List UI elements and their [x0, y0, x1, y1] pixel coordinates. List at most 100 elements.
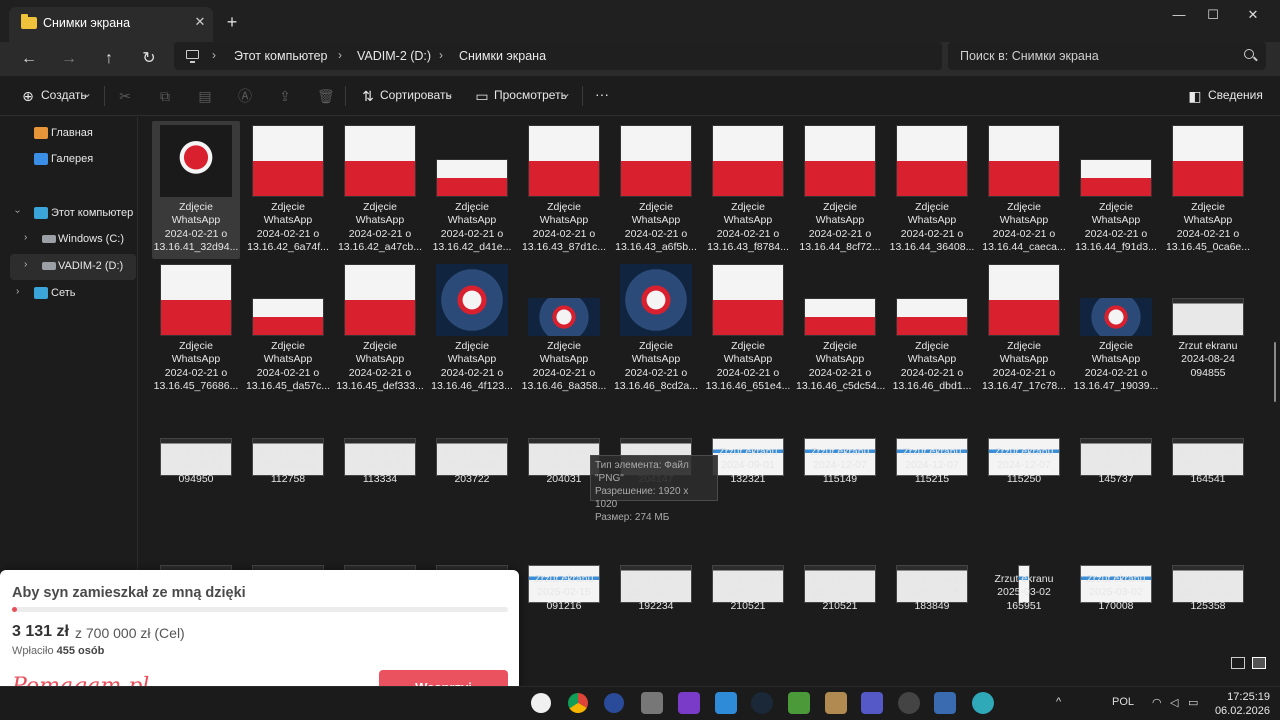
- breadcrumb-drive[interactable]: VADIM-2 (D:): [357, 49, 431, 63]
- up-button[interactable]: ↑: [96, 46, 122, 72]
- file-item[interactable]: Zdjęcie WhatsApp 2024-02-21 o 13.16.45_da57…: [244, 260, 332, 398]
- paste-icon[interactable]: ▤: [197, 88, 213, 104]
- file-item[interactable]: Zrzut ekranu 2024-12-07 115215: [888, 400, 976, 538]
- sidebar-item-network[interactable]: › Сеть: [10, 281, 136, 307]
- file-item[interactable]: Zrzut ekranu 2024-08-24 094855: [1164, 260, 1252, 398]
- file-item[interactable]: Zrzut ekranu 2025-02-16 210521: [704, 527, 792, 665]
- refresh-button[interactable]: ↻: [136, 46, 162, 72]
- fundraiser-headline[interactable]: Aby syn zamieszkał ze mną dzięki: [12, 585, 246, 601]
- file-item[interactable]: Zrzut ekranu 2024-08-30 203722: [428, 400, 516, 538]
- file-item[interactable]: Zdjęcie WhatsApp 2024-02-21 o 13.16.45_0ca6…: [1164, 121, 1252, 259]
- forward-button[interactable]: →: [56, 46, 82, 72]
- details-button[interactable]: Сведения: [1208, 88, 1263, 102]
- sidebar-item-vadim-d[interactable]: › VADIM-2 (D:): [10, 254, 136, 280]
- file-item[interactable]: Zrzut ekranu 2025-03-02 170008: [1072, 527, 1160, 665]
- file-item[interactable]: Zdjęcie WhatsApp 2024-02-21 o 13.16.43_87d1…: [520, 121, 608, 259]
- file-item[interactable]: Zdjęcie WhatsApp 2024-02-21 o 13.16.46_651e…: [704, 260, 792, 398]
- file-item[interactable]: Zdjęcie WhatsApp 2024-02-21 o 13.16.41_32d9…: [152, 121, 240, 259]
- language-indicator[interactable]: POL: [1112, 696, 1134, 708]
- app-icon[interactable]: [641, 692, 663, 714]
- search-box[interactable]: Поиск в: Снимки экрана: [948, 42, 1266, 70]
- app-icon[interactable]: [604, 693, 624, 713]
- file-item[interactable]: Zrzut ekranu 2024-12-27 145737: [1072, 400, 1160, 538]
- app-icon[interactable]: [678, 692, 700, 714]
- share-icon[interactable]: ⇪: [277, 88, 293, 104]
- sidebar-item-gallery[interactable]: Галерея: [10, 147, 136, 173]
- file-item[interactable]: Zdjęcie WhatsApp 2024-02-21 o 13.16.46_8cd2…: [612, 260, 700, 398]
- edge-icon[interactable]: [972, 692, 994, 714]
- file-item[interactable]: Zrzut ekranu 2025-01-03 164541: [1164, 400, 1252, 538]
- scrollbar-thumb[interactable]: [1274, 342, 1276, 402]
- file-item[interactable]: Zrzut ekranu 2025-02-18 183849: [888, 527, 976, 665]
- details-view-button[interactable]: [1231, 657, 1245, 669]
- rename-icon[interactable]: Ⓐ: [237, 88, 253, 104]
- view-button[interactable]: Просмотреть: [494, 88, 567, 102]
- file-item[interactable]: Zrzut ekranu 2024-08-24 113334: [336, 400, 424, 538]
- chevron-right-icon[interactable]: ›: [24, 259, 27, 270]
- cut-icon[interactable]: ✂: [117, 88, 133, 104]
- file-item[interactable]: Zdjęcie WhatsApp 2024-02-21 o 13.16.46_8a35…: [520, 260, 608, 398]
- file-item[interactable]: Zrzut ekranu 2025-02-16 192234: [612, 527, 700, 665]
- steam-icon[interactable]: [751, 692, 773, 714]
- file-item[interactable]: Zdjęcie WhatsApp 2024-02-21 o 13.16.43_a6f5…: [612, 121, 700, 259]
- breadcrumb-this-pc[interactable]: Этот компьютер: [234, 49, 327, 63]
- file-item[interactable]: Zdjęcie WhatsApp 2024-02-21 o 13.16.46_dbd1…: [888, 260, 976, 398]
- vertical-scrollbar[interactable]: [1272, 117, 1278, 647]
- chevron-down-icon[interactable]: ›: [12, 210, 23, 213]
- sort-button[interactable]: Сортировать: [380, 88, 452, 102]
- tray-chevron-icon[interactable]: ^: [1056, 696, 1061, 708]
- breadcrumb-folder[interactable]: Снимки экрана: [459, 49, 546, 63]
- minimize-button[interactable]: —: [1164, 4, 1194, 26]
- file-item[interactable]: Zdjęcie WhatsApp 2024-02-21 o 13.16.47_1903…: [1072, 260, 1160, 398]
- file-item[interactable]: Zdjęcie WhatsApp 2024-02-21 o 13.16.44_3640…: [888, 121, 976, 259]
- file-item[interactable]: Zdjęcie WhatsApp 2024-02-21 o 13.16.44_8cf7…: [796, 121, 884, 259]
- file-item[interactable]: Zdjęcie WhatsApp 2024-02-21 o 13.16.47_17c7…: [980, 260, 1068, 398]
- delete-icon[interactable]: 🗑: [317, 88, 335, 104]
- clock[interactable]: 17:25:19 06.02.2026: [1208, 690, 1270, 718]
- app-icon[interactable]: [825, 692, 847, 714]
- more-options-button[interactable]: ···: [595, 86, 609, 102]
- copy-icon[interactable]: ⧉: [157, 88, 173, 104]
- file-item[interactable]: Zdjęcie WhatsApp 2024-02-21 o 13.16.45_7668…: [152, 260, 240, 398]
- file-item[interactable]: Zdjęcie WhatsApp 2024-02-21 o 13.16.46_c5dc…: [796, 260, 885, 398]
- file-item[interactable]: Zdjęcie WhatsApp 2024-02-21 o 13.16.42_a47c…: [336, 121, 424, 259]
- sidebar-item-windows-c[interactable]: › Windows (C:): [10, 227, 136, 253]
- chrome-icon[interactable]: [568, 693, 588, 713]
- new-tab-button[interactable]: +: [222, 12, 242, 32]
- file-item[interactable]: Zdjęcie WhatsApp 2024-02-21 o 13.16.45_def3…: [336, 260, 424, 398]
- chevron-right-icon[interactable]: ›: [24, 232, 27, 243]
- file-item[interactable]: Zrzut ekranu 2025-03-02 165951: [980, 527, 1068, 665]
- file-item[interactable]: Zrzut ekranu 2025-02-15 091216: [520, 527, 608, 665]
- app-icon[interactable]: [531, 693, 551, 713]
- photos-icon[interactable]: [715, 692, 737, 714]
- file-item[interactable]: Zdjęcie WhatsApp 2024-02-21 o 13.16.43_f878…: [704, 121, 792, 259]
- address-bar[interactable]: › Этот компьютер › VADIM-2 (D:) › Снимки…: [174, 42, 942, 70]
- search-input[interactable]: Поиск в: Снимки экрана: [960, 49, 1099, 63]
- create-button[interactable]: Создать: [41, 88, 87, 102]
- battery-icon[interactable]: ▭: [1188, 696, 1198, 709]
- file-item[interactable]: Zdjęcie WhatsApp 2024-02-21 o 13.16.42_6a74…: [244, 121, 332, 259]
- file-item[interactable]: Zrzut ekranu 2024-12-07 115149: [796, 400, 884, 538]
- file-item[interactable]: Zrzut ekranu 2024-08-24 112758: [244, 400, 332, 538]
- app-icon[interactable]: [898, 692, 920, 714]
- tab-screenshots[interactable]: Снимки экрана ✕: [9, 7, 213, 42]
- file-item[interactable]: Zrzut ekranu 2025-03-03 125358: [1164, 527, 1252, 665]
- app-icon[interactable]: [934, 692, 956, 714]
- file-item[interactable]: Zdjęcie WhatsApp 2024-02-21 o 13.16.42_d41e…: [428, 121, 516, 259]
- teams-icon[interactable]: [861, 692, 883, 714]
- file-item[interactable]: Zdjęcie WhatsApp 2024-02-21 o 13.16.44_f91d…: [1072, 121, 1160, 259]
- app-icon[interactable]: [788, 692, 810, 714]
- chevron-right-icon[interactable]: ›: [16, 286, 19, 297]
- close-window-button[interactable]: ✕: [1238, 4, 1268, 26]
- file-item[interactable]: Zdjęcie WhatsApp 2024-02-21 o 13.16.44_caec…: [980, 121, 1068, 259]
- file-item[interactable]: Zrzut ekranu 2024-08-24 094950: [152, 400, 240, 538]
- wifi-icon[interactable]: ◠: [1152, 696, 1162, 709]
- sidebar-item-home[interactable]: Главная: [10, 121, 136, 147]
- maximize-button[interactable]: ☐: [1198, 4, 1228, 26]
- volume-icon[interactable]: ◁: [1170, 696, 1178, 709]
- back-button[interactable]: ←: [16, 46, 42, 72]
- file-item[interactable]: Zrzut ekranu 2024-12-07 115250: [980, 400, 1068, 538]
- close-tab-button[interactable]: ✕: [191, 13, 209, 31]
- large-icons-view-button[interactable]: [1252, 657, 1266, 669]
- file-item[interactable]: Zrzut ekranu 2025-02-16 210521: [796, 527, 884, 665]
